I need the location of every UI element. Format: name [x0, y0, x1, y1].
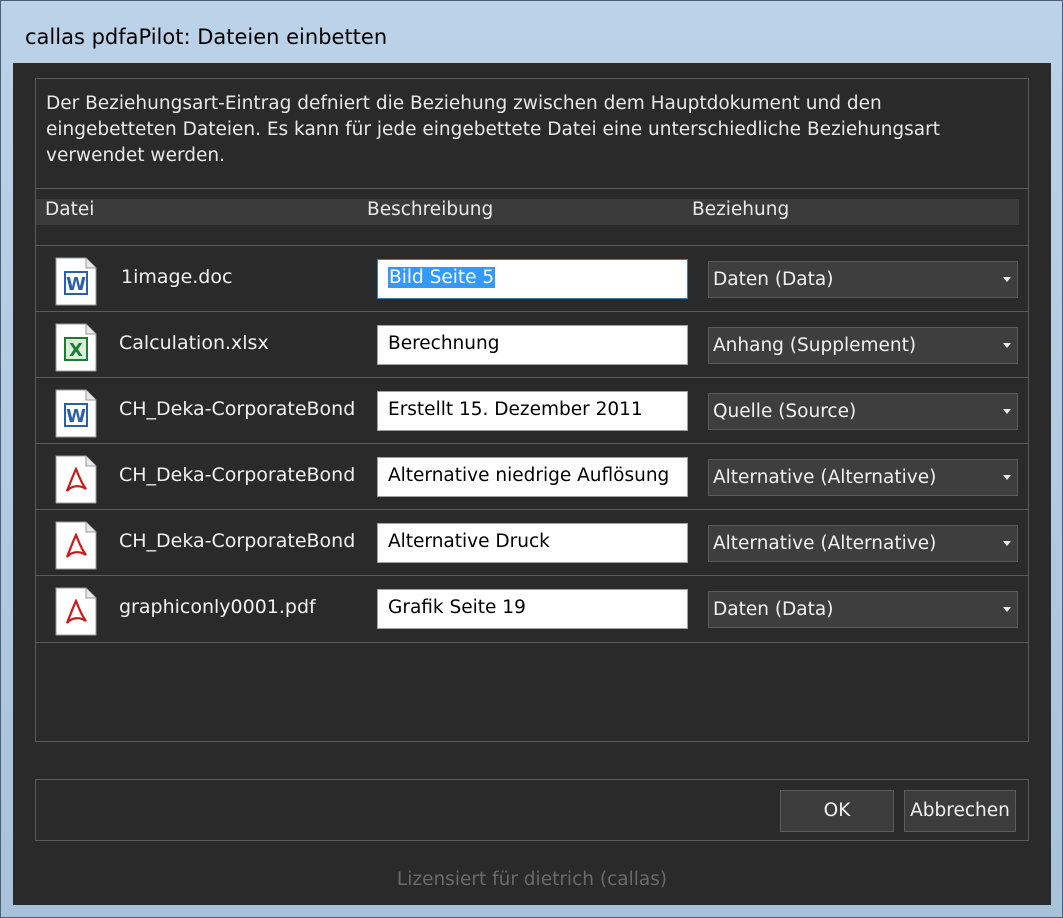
excel-spreadsheet-icon: X — [55, 323, 97, 372]
file-row: CH_Deka-CorporateBond Alternative niedri… — [36, 443, 1028, 509]
column-header-file: Datei — [45, 199, 95, 220]
chevron-down-icon — [1003, 409, 1011, 414]
window-title: callas pdfaPilot: Dateien einbetten — [25, 25, 388, 49]
description-input[interactable]: Erstellt 15. Dezember 2011 — [377, 391, 688, 431]
svg-text:W: W — [66, 274, 86, 295]
embedded-files-panel: Der Beziehungsart-Eintrag defniert die B… — [35, 78, 1029, 742]
ok-button[interactable]: OK — [780, 790, 894, 832]
file-name: CH_Deka-CorporateBond — [119, 530, 356, 552]
file-list: W 1image.doc Bild Seite 5 Daten (Data) X… — [36, 245, 1028, 643]
relationship-select[interactable]: Daten (Data) — [708, 261, 1018, 298]
description-input[interactable]: Alternative niedrige Auflösung — [377, 457, 688, 497]
word-document-icon: W — [55, 257, 97, 306]
file-name: CH_Deka-CorporateBond — [119, 464, 356, 486]
chevron-down-icon — [1003, 277, 1011, 282]
file-row: graphiconly0001.pdf Grafik Seite 19 Date… — [36, 575, 1028, 643]
title-bar[interactable]: callas pdfaPilot: Dateien einbetten — [1, 1, 1062, 63]
pdf-document-icon — [55, 587, 97, 636]
dialog-window: callas pdfaPilot: Dateien einbetten Der … — [0, 0, 1063, 918]
chevron-down-icon — [1003, 475, 1011, 480]
relationship-select[interactable]: Quelle (Source) — [708, 393, 1018, 430]
chevron-down-icon — [1003, 343, 1011, 348]
relationship-select[interactable]: Alternative (Alternative) — [708, 525, 1018, 562]
pdf-document-icon — [55, 455, 97, 504]
description-input[interactable]: Berechnung — [377, 325, 688, 365]
button-bar: OK Abbrechen — [35, 779, 1029, 841]
description-input[interactable]: Bild Seite 5 — [377, 259, 688, 299]
cancel-button[interactable]: Abbrechen — [904, 790, 1016, 832]
svg-text:W: W — [66, 406, 86, 427]
description-input[interactable]: Grafik Seite 19 — [377, 589, 688, 629]
file-row: X Calculation.xlsx Berechnung Anhang (Su… — [36, 311, 1028, 377]
table-header: Datei Beschreibung Beziehung — [36, 188, 1028, 246]
dialog-body: Der Beziehungsart-Eintrag defniert die B… — [13, 63, 1051, 905]
column-header-relationship: Beziehung — [692, 199, 790, 220]
word-document-icon: W — [55, 389, 97, 438]
column-header-description: Beschreibung — [367, 199, 494, 220]
file-name: graphiconly0001.pdf — [119, 596, 316, 618]
svg-text:X: X — [69, 340, 83, 361]
license-text: Lizensiert für dietrich (callas) — [396, 869, 668, 890]
file-name: CH_Deka-CorporateBond — [119, 398, 356, 420]
file-row: CH_Deka-CorporateBond Alternative Druck … — [36, 509, 1028, 575]
file-row: W CH_Deka-CorporateBond Erstellt 15. Dez… — [36, 377, 1028, 443]
description-input[interactable]: Alternative Druck — [377, 523, 688, 563]
chevron-down-icon — [1003, 541, 1011, 546]
pdf-document-icon — [55, 521, 97, 570]
description-text: Der Beziehungsart-Eintrag defniert die B… — [46, 93, 941, 166]
relationship-select[interactable]: Anhang (Supplement) — [708, 327, 1018, 364]
file-name: 1image.doc — [121, 266, 233, 288]
relationship-select[interactable]: Daten (Data) — [708, 591, 1018, 628]
file-name: Calculation.xlsx — [119, 332, 269, 354]
file-row: W 1image.doc Bild Seite 5 Daten (Data) — [36, 245, 1028, 311]
relationship-select[interactable]: Alternative (Alternative) — [708, 459, 1018, 496]
chevron-down-icon — [1003, 607, 1011, 612]
